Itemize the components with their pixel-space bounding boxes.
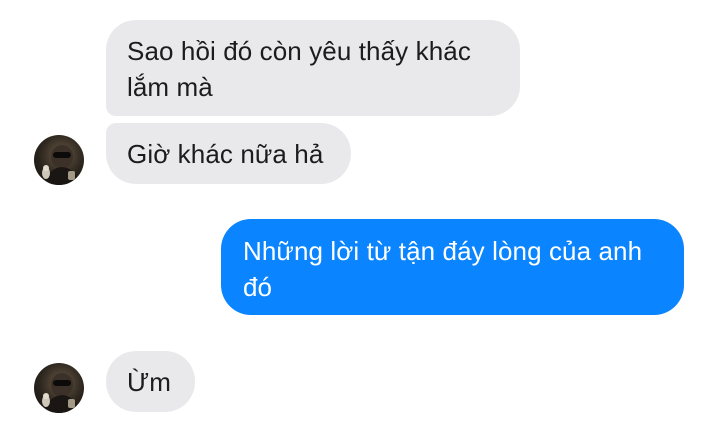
message-thread: Sao hồi đó còn yêu thấy khác lắm mà Giờ …: [0, 0, 720, 447]
contact-avatar[interactable]: [34, 363, 84, 413]
avatar-photo-icon: [42, 373, 80, 413]
incoming-message-bubble[interactable]: Giờ khác nữa hả: [106, 123, 351, 184]
incoming-message-bubble[interactable]: Sao hồi đó còn yêu thấy khác lắm mà: [106, 20, 520, 116]
outgoing-message-bubble[interactable]: Những lời từ tận đáy lòng của anh đó: [221, 219, 684, 315]
incoming-message-bubble[interactable]: Ừm: [106, 351, 195, 412]
contact-avatar[interactable]: [34, 135, 84, 185]
avatar-photo-icon: [42, 145, 80, 185]
